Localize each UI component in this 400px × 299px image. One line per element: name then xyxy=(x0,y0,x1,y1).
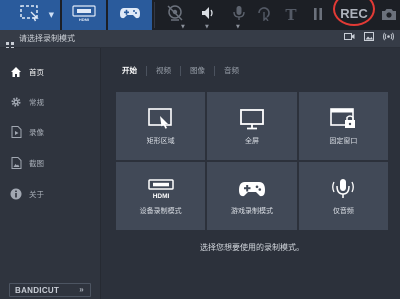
sidebar-item-label: 首页 xyxy=(29,67,44,77)
microphone-icon xyxy=(330,177,356,201)
mode-dropdown-icon[interactable]: ▼ xyxy=(49,11,54,19)
rectangle-mode-button[interactable]: ▼ xyxy=(0,0,60,30)
screenshot-button[interactable] xyxy=(378,0,400,30)
sidebar-item-about[interactable]: 关于 xyxy=(0,183,101,205)
tile-label: 全屏 xyxy=(244,136,259,145)
gamepad-icon xyxy=(238,177,266,201)
cursor-effect-button[interactable] xyxy=(254,0,274,30)
pause-button[interactable] xyxy=(310,0,326,30)
speaker-button[interactable]: ▼ xyxy=(198,0,218,30)
hdmi-icon: HDMI xyxy=(71,4,97,26)
audio-wave-icon[interactable] xyxy=(383,32,394,41)
fullscreen-tile[interactable]: 全屏 xyxy=(207,92,297,160)
image-icon[interactable] xyxy=(364,32,374,41)
video-icon[interactable] xyxy=(344,32,355,41)
tab-audio[interactable]: 音频 xyxy=(214,66,248,76)
main-tabs: 开始 视频 图像 音频 xyxy=(122,66,248,76)
game-mode-button[interactable] xyxy=(108,0,152,30)
gamepad-icon xyxy=(119,5,141,25)
sidebar-item-screenshot[interactable]: 截图 xyxy=(0,152,101,174)
tab-image[interactable]: 图像 xyxy=(180,66,214,76)
camera-icon xyxy=(381,6,397,25)
cursor-click-icon xyxy=(256,5,272,25)
tab-start[interactable]: 开始 xyxy=(122,66,146,76)
double-arrow-icon: » xyxy=(79,285,84,294)
monitor-icon xyxy=(239,107,265,131)
sidebar-item-general[interactable]: 常规 xyxy=(0,91,101,113)
svg-text:HDMI: HDMI xyxy=(79,17,89,22)
device-recording-tile[interactable]: HDMI 设备录制模式 xyxy=(116,162,206,230)
sidebar-item-home[interactable]: 首页 xyxy=(0,61,101,83)
speaker-icon xyxy=(200,5,216,25)
hdmi-mode-button[interactable]: HDMI xyxy=(62,0,106,30)
audio-only-tile[interactable]: 仅音频 xyxy=(298,162,388,230)
lock-window-icon xyxy=(329,107,357,131)
home-icon xyxy=(10,66,22,78)
sidebar-item-video[interactable]: 录像 xyxy=(0,121,101,143)
tile-label: 游戏录制模式 xyxy=(230,206,273,215)
mode-grid: 矩形区域 全屏 固定窗口 HDMI 设备录制模式 游戏录制模式 仅音频 xyxy=(116,92,388,230)
bandicut-logo-button[interactable]: BANDICUT » xyxy=(9,283,91,297)
mode-title: 请选择录制模式 xyxy=(19,34,75,43)
rec-button[interactable]: REC xyxy=(333,0,375,26)
tab-video[interactable]: 视频 xyxy=(146,66,180,76)
tile-label: 固定窗口 xyxy=(329,136,358,145)
microphone-off-icon xyxy=(231,4,247,26)
sidebar-item-label: 截图 xyxy=(29,158,44,168)
rectangle-area-icon xyxy=(147,107,175,131)
image-file-icon xyxy=(10,157,22,169)
fixed-window-tile[interactable]: 固定窗口 xyxy=(298,92,388,160)
pause-icon xyxy=(313,6,323,25)
svg-text:HDMI: HDMI xyxy=(152,193,169,200)
game-recording-tile[interactable]: 游戏录制模式 xyxy=(207,162,297,230)
tile-label: 设备录制模式 xyxy=(139,206,182,215)
bandicam-window: ▼ HDMI ▼ ▼ ▼ T REC 请选择录制模式 首页 常规 录像 截图 关… xyxy=(0,0,400,299)
top-toolbar: ▼ HDMI ▼ ▼ ▼ T REC xyxy=(0,0,400,30)
hdmi-device-icon: HDMI xyxy=(146,177,176,201)
sidebar-item-label: 常规 xyxy=(29,97,44,107)
microphone-button[interactable]: ▼ xyxy=(228,0,250,30)
webcam-button[interactable]: ▼ xyxy=(160,0,190,30)
tile-label: 仅音频 xyxy=(332,206,354,215)
tile-label: 矩形区域 xyxy=(146,136,175,145)
bandicut-logo-text: BANDICUT xyxy=(15,285,60,295)
sidebar-item-label: 录像 xyxy=(29,127,44,137)
mode-hint-text: 选择您想要使用的录制模式。 xyxy=(200,243,304,252)
rectangle-area-tile[interactable]: 矩形区域 xyxy=(116,92,206,160)
gear-icon xyxy=(10,96,22,108)
toolbar-separator xyxy=(154,2,155,28)
text-tool-icon: T xyxy=(285,6,297,24)
info-icon xyxy=(10,188,22,200)
text-tool-button[interactable]: T xyxy=(282,0,300,30)
title-icon-group xyxy=(344,32,394,41)
video-file-icon xyxy=(10,126,22,138)
mode-title-bar: 请选择录制模式 xyxy=(0,30,400,50)
sidebar: 首页 常规 录像 截图 关于 xyxy=(0,48,101,299)
sidebar-item-label: 关于 xyxy=(29,189,44,199)
screen-area-icon xyxy=(19,4,41,26)
